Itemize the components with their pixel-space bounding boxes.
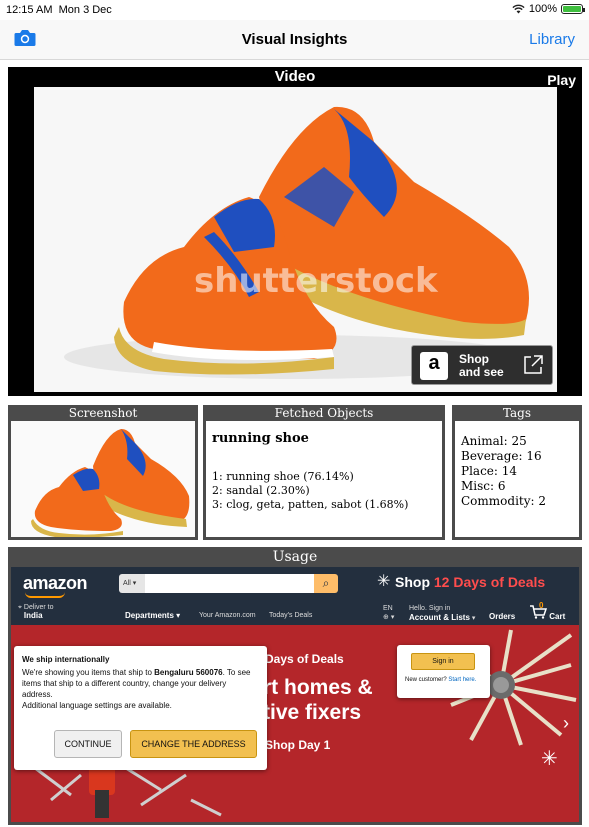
wifi-icon xyxy=(512,4,525,14)
continue-button[interactable]: CONTINUE xyxy=(54,730,122,758)
shop-and-see-label: Shop and see xyxy=(459,352,504,379)
svg-text:✳: ✳ xyxy=(541,746,558,770)
sparkle-icon: ✳ xyxy=(377,573,391,590)
amazon-header: amazon All ▾ ⌕ ✳ Shop 12 Days of Deals ⌖… xyxy=(11,567,579,625)
library-button[interactable]: Library xyxy=(529,31,575,48)
tag-item: Place: 14 xyxy=(461,464,518,478)
fetched-objects-body: running shoe 1: running shoe (76.14%) 2:… xyxy=(206,421,442,537)
screenshot-thumbnail[interactable] xyxy=(11,421,195,537)
search-category-select[interactable]: All ▾ xyxy=(119,574,145,593)
tag-item: Commodity: 2 xyxy=(461,494,547,508)
amazon-logo[interactable]: amazon xyxy=(23,573,88,594)
nav-bar: Visual Insights Library xyxy=(0,20,589,60)
tag-item: Animal: 25 xyxy=(461,434,527,448)
account-menu[interactable]: Hello. Sign in Account & Lists ▾ xyxy=(409,604,475,623)
your-amazon-link[interactable]: Your Amazon.com xyxy=(199,612,256,619)
banner-headline: rt homes & tive fixers xyxy=(263,676,373,724)
cart-button[interactable]: 0 Cart xyxy=(529,601,565,621)
status-bar: 12:15 AM Mon 3 Dec 100% xyxy=(0,0,589,20)
shoe-thumbnail-image xyxy=(11,421,195,537)
result-item: 2: sandal (2.30%) xyxy=(212,484,310,497)
screenshot-header: Screenshot xyxy=(68,406,138,420)
start-here-link[interactable]: Start here. xyxy=(448,677,476,683)
watermark-text: shutterstock xyxy=(194,261,439,301)
external-link-icon xyxy=(524,355,543,374)
amazon-nav: ⌖ Deliver to India Departments ▾ Your Am… xyxy=(11,601,579,625)
departments-menu[interactable]: Departments ▾ xyxy=(125,611,180,620)
tags-panel: Tags Animal: 25 Beverage: 16 Place: 14 M… xyxy=(452,405,582,540)
page-title: Visual Insights xyxy=(241,31,348,48)
globe-icon: ⊕ xyxy=(383,614,389,621)
chevron-right-icon[interactable]: › xyxy=(563,713,569,734)
fetched-objects-panel: Fetched Objects running shoe 1: running … xyxy=(203,405,445,540)
orders-link[interactable]: Orders xyxy=(489,612,515,621)
status-right: 100% xyxy=(512,3,585,15)
search-icon[interactable]: ⌕ xyxy=(314,574,338,593)
popup-title: We ship internationally xyxy=(22,655,110,664)
signin-flyout: Sign in New customer? Start here. xyxy=(397,645,490,698)
promo-text[interactable]: Shop 12 Days of Deals xyxy=(395,574,545,590)
shop-and-see-button[interactable]: a Shop and see xyxy=(411,345,553,385)
screenshot-panel: Screenshot xyxy=(8,405,198,540)
video-header: Video xyxy=(274,68,316,85)
popup-language-note: Additional language settings are availab… xyxy=(22,701,172,710)
battery-percent: 100% xyxy=(528,3,557,15)
cart-count: 0 xyxy=(539,601,544,610)
todays-deals-link[interactable]: Today's Deals xyxy=(269,612,312,619)
fetched-objects-header: Fetched Objects xyxy=(274,406,374,420)
battery-icon xyxy=(561,4,585,14)
tags-body: Animal: 25 Beverage: 16 Place: 14 Misc: … xyxy=(455,421,579,537)
top-result: running shoe xyxy=(212,431,309,446)
amazon-search-input[interactable] xyxy=(145,574,314,593)
result-item: 3: clog, geta, patten, sabot (1.68%) xyxy=(212,498,409,511)
tag-item: Misc: 6 xyxy=(461,479,506,493)
usage-screenshot[interactable]: amazon All ▾ ⌕ ✳ Shop 12 Days of Deals ⌖… xyxy=(11,567,579,822)
tags-header: Tags xyxy=(502,406,532,420)
amazon-smile-icon xyxy=(25,592,65,598)
banner-subtitle: Shop Day 1 xyxy=(265,738,331,752)
language-selector[interactable]: EN ⊕ ▾ xyxy=(383,604,394,622)
ship-internationally-popup: We ship internationally We're showing yo… xyxy=(14,646,267,770)
tag-item: Beverage: 16 xyxy=(461,449,542,463)
cart-icon xyxy=(530,605,548,619)
new-customer-text: New customer? Start here. xyxy=(405,677,477,683)
signin-button[interactable]: Sign in xyxy=(411,653,475,670)
location-pin-icon: ⌖ xyxy=(18,604,22,611)
banner-title: Days of Deals xyxy=(265,652,344,666)
usage-panel: Usage amazon All ▾ ⌕ ✳ Shop 12 Days of D… xyxy=(8,547,582,825)
amazon-logo-icon: a xyxy=(420,352,448,380)
status-time: 12:15 AM Mon 3 Dec xyxy=(6,4,112,16)
deliver-to[interactable]: ⌖ Deliver to India xyxy=(18,604,53,621)
change-address-button[interactable]: CHANGE THE ADDRESS xyxy=(130,730,257,758)
play-button[interactable]: Play xyxy=(547,72,576,88)
popup-message: We're showing you items that ship to Ben… xyxy=(22,668,251,699)
usage-header: Usage xyxy=(272,549,318,565)
result-item: 1: running shoe (76.14%) xyxy=(212,470,354,483)
